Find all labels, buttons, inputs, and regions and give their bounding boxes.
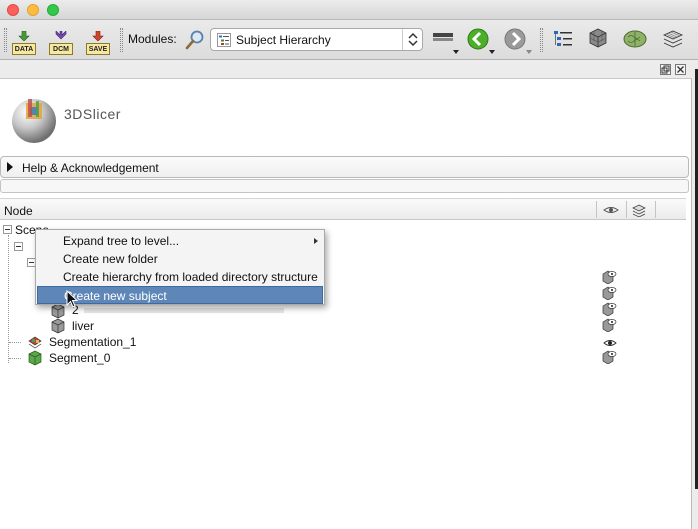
blurred-node-name: [84, 308, 284, 313]
submenu-arrow-icon: [314, 238, 318, 244]
eye-icon[interactable]: [601, 302, 617, 316]
tree-node-segment-0[interactable]: Segment_0: [49, 351, 110, 365]
context-menu: Expand tree to level... Create new folde…: [35, 229, 325, 305]
back-arrow-icon[interactable]: [467, 28, 489, 50]
module-selector[interactable]: Subject Hierarchy: [210, 28, 423, 51]
menu-item-create-new-subject[interactable]: Create new subject: [37, 286, 323, 304]
slices-icon[interactable]: [662, 29, 684, 49]
panel-header: [0, 61, 692, 79]
toolbar-grip[interactable]: [4, 28, 7, 52]
visibility-column-icon[interactable]: [602, 203, 620, 217]
module-selected-label: Subject Hierarchy: [236, 33, 331, 47]
menu-item-create-new-folder[interactable]: Create new folder: [37, 250, 323, 268]
filter-bar[interactable]: [0, 179, 689, 193]
eye-icon[interactable]: [601, 318, 617, 332]
minimize-window-button[interactable]: [27, 4, 39, 16]
window-titlebar: [0, 0, 698, 20]
forward-dropdown-icon[interactable]: [526, 50, 532, 54]
transform-column-icon[interactable]: [632, 203, 646, 217]
toolbar-grip[interactable]: [540, 28, 543, 52]
eye-icon[interactable]: [602, 336, 618, 350]
load-dicom-button[interactable]: DCM: [46, 25, 76, 55]
load-data-button[interactable]: DATA: [9, 25, 39, 55]
forward-arrow-icon[interactable]: [504, 28, 526, 50]
eye-icon[interactable]: [601, 286, 617, 300]
brain-icon[interactable]: [622, 28, 648, 50]
volume-node-icon: [51, 318, 65, 334]
search-icon[interactable]: [184, 29, 206, 51]
float-panel-button[interactable]: [660, 64, 671, 75]
tree-header: Node: [0, 198, 686, 220]
tree-node-liver[interactable]: liver: [72, 319, 94, 333]
segmentation-node-icon: [28, 336, 42, 349]
eye-icon[interactable]: [601, 270, 617, 284]
layout-icon[interactable]: [433, 33, 453, 43]
help-acknowledgement-label: Help & Acknowledgement: [22, 161, 159, 175]
data-icon: DATA: [12, 31, 36, 55]
chevron-updown-icon[interactable]: [402, 29, 422, 50]
app-logo-text: 3DSlicer: [64, 106, 121, 122]
volume-node-icon: [51, 303, 65, 319]
save-button[interactable]: SAVE: [83, 25, 113, 55]
close-window-button[interactable]: [7, 4, 19, 16]
window-edge: [692, 61, 698, 529]
subject-hierarchy-icon: [217, 33, 231, 47]
mouse-cursor-icon: [66, 290, 78, 308]
volume-icon[interactable]: [587, 27, 609, 49]
toolbar-grip[interactable]: [120, 28, 123, 52]
save-icon: SAVE: [86, 31, 110, 55]
zoom-window-button[interactable]: [47, 4, 59, 16]
dcm-icon: DCM: [49, 31, 73, 55]
slicer-logo: [12, 99, 56, 143]
patient-expander[interactable]: [14, 242, 23, 251]
close-panel-button[interactable]: [675, 64, 686, 75]
help-acknowledgement-section[interactable]: Help & Acknowledgement: [0, 156, 689, 178]
list-icon[interactable]: [553, 29, 573, 49]
expand-triangle-icon: [7, 162, 13, 172]
node-column-header[interactable]: Node: [4, 204, 33, 218]
tree-node-segmentation-1[interactable]: Segmentation_1: [49, 335, 136, 349]
back-dropdown-icon[interactable]: [489, 50, 495, 54]
modules-label: Modules:: [128, 32, 177, 46]
main-toolbar: DATA DCM SAVE Modules: Subject Hierarchy: [0, 20, 698, 60]
segment-node-icon: [28, 350, 42, 366]
menu-item-expand-tree[interactable]: Expand tree to level...: [37, 232, 323, 250]
scene-expander[interactable]: [3, 225, 12, 234]
layout-dropdown-icon[interactable]: [453, 50, 459, 54]
menu-item-create-hierarchy[interactable]: Create hierarchy from loaded directory s…: [37, 268, 323, 286]
eye-icon[interactable]: [601, 350, 617, 364]
